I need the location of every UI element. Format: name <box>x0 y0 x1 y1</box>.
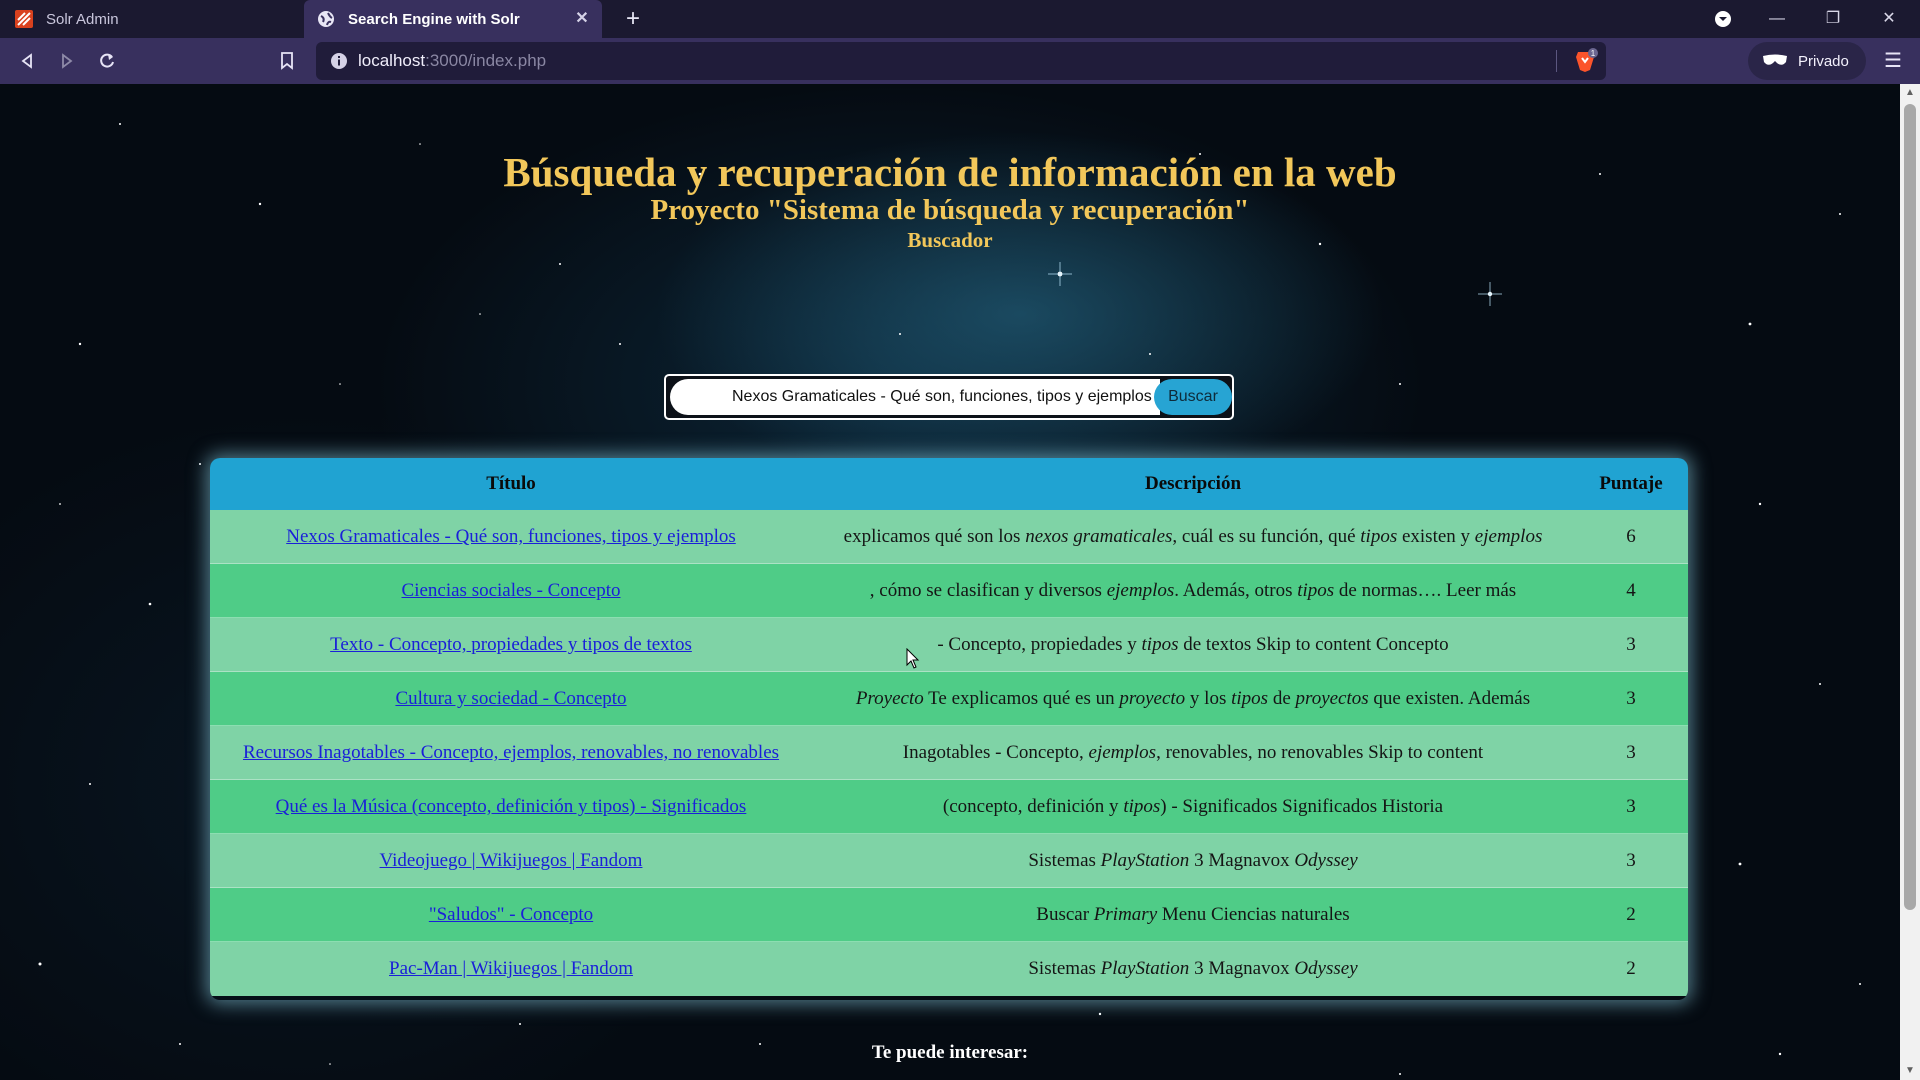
result-description: Sistemas PlayStation 3 Magnavox Odyssey <box>1028 850 1358 871</box>
minimize-button[interactable]: — <box>1754 0 1800 38</box>
result-score: 2 <box>1626 904 1636 925</box>
private-mask-icon <box>1762 54 1788 68</box>
result-title-cell: Videojuego | Wikijuegos | Fandom <box>210 834 812 888</box>
close-window-button[interactable]: ✕ <box>1866 0 1912 38</box>
tab-label: Search Engine with Solr <box>348 10 520 28</box>
result-title-link[interactable]: Recursos Inagotables - Concepto, ejemplo… <box>243 742 779 763</box>
result-score: 3 <box>1626 850 1636 871</box>
table-row: Qué es la Música (concepto, definición y… <box>210 780 1688 834</box>
result-description: , cómo se clasifican y diversos ejemplos… <box>869 580 1517 601</box>
table-row: Nexos Gramaticales - Qué son, funciones,… <box>210 510 1688 564</box>
result-title-cell: Ciencias sociales - Concepto <box>210 564 812 618</box>
svg-text:1: 1 <box>1591 49 1596 58</box>
result-title-link[interactable]: Pac-Man | Wikijuegos | Fandom <box>389 958 633 979</box>
mouse-cursor-icon <box>906 648 920 669</box>
result-description: - Concepto, propiedades y tipos de texto… <box>937 634 1449 655</box>
result-title-cell: Cultura y sociedad - Concepto <box>210 672 812 726</box>
result-title-link[interactable]: Ciencias sociales - Concepto <box>402 580 621 601</box>
site-info-icon[interactable] <box>330 52 348 70</box>
solr-logo-icon <box>14 9 34 29</box>
globe-icon <box>316 9 336 29</box>
browser-menu-icon[interactable]: ☰ <box>1878 46 1908 76</box>
close-tab-icon[interactable]: ✕ <box>572 9 592 29</box>
related-heading: Te puede interesar: <box>871 1042 1029 1063</box>
result-title-link[interactable]: Qué es la Música (concepto, definición y… <box>276 796 747 817</box>
scroll-thumb[interactable] <box>1904 104 1916 910</box>
tab-search-engine[interactable]: Search Engine with Solr ✕ <box>304 0 602 38</box>
result-description: Inagotables - Concepto, ejemplos, renova… <box>902 742 1484 763</box>
url-text: localhost:3000/index.php <box>358 51 547 70</box>
table-row: Texto - Concepto, propiedades y tipos de… <box>210 618 1688 672</box>
tab-solr-admin[interactable]: Solr Admin <box>0 0 302 38</box>
scroll-down-icon[interactable]: ▼ <box>1900 1062 1920 1080</box>
result-title-link[interactable]: "Saludos" - Concepto <box>429 904 593 925</box>
result-score: 4 <box>1626 580 1636 601</box>
scroll-up-icon[interactable]: ▲ <box>1900 84 1920 102</box>
result-title-cell: Nexos Gramaticales - Qué son, funciones,… <box>210 510 812 564</box>
reload-button[interactable] <box>92 46 122 76</box>
result-title-cell: Texto - Concepto, propiedades y tipos de… <box>210 618 812 672</box>
page-title: Búsqueda y recuperación de información e… <box>503 149 1397 195</box>
result-title-link[interactable]: Nexos Gramaticales - Qué son, funciones,… <box>286 526 736 547</box>
result-description: Sistemas PlayStation 3 Magnavox Odyssey <box>1028 958 1358 979</box>
private-window-badge[interactable]: Privado <box>1748 42 1866 80</box>
restore-button[interactable]: ❐ <box>1810 0 1856 38</box>
result-description: Buscar Primary Menu Ciencias naturales <box>1036 904 1350 925</box>
page-scrollbar[interactable]: ▲ ▼ <box>1900 84 1920 1080</box>
column-header-description: Descripción <box>1144 473 1242 494</box>
result-description: (concepto, definición y tipos) - Signifi… <box>942 796 1444 817</box>
page-subtitle: Proyecto "Sistema de búsqueda y recupera… <box>650 194 1250 226</box>
result-score: 3 <box>1626 634 1636 655</box>
result-title-cell: Pac-Man | Wikijuegos | Fandom <box>210 942 812 996</box>
page-viewport: Búsqueda y recuperación de información e… <box>0 84 1900 1080</box>
table-row: "Saludos" - Concepto Buscar Primary Menu … <box>210 888 1688 942</box>
table-row: Videojuego | Wikijuegos | Fandom Sistemas… <box>210 834 1688 888</box>
result-score: 6 <box>1626 526 1636 547</box>
result-description: Proyecto Te explicamos qué es un proyect… <box>855 688 1531 709</box>
tab-search-button[interactable] <box>1700 0 1746 38</box>
search-input[interactable] <box>670 379 1160 415</box>
result-title-link[interactable]: Videojuego | Wikijuegos | Fandom <box>380 850 643 871</box>
brave-shield-icon[interactable]: 1 <box>1572 48 1598 74</box>
table-header: Título Descripción Puntaje <box>210 458 1688 510</box>
back-button[interactable] <box>12 46 42 76</box>
table-row: Ciencias sociales - Concepto , cómo se cl… <box>210 564 1688 618</box>
result-title-cell: "Saludos" - Concepto <box>210 888 812 942</box>
result-score: 2 <box>1626 958 1636 979</box>
section-heading: Buscador <box>907 228 993 252</box>
url-divider <box>1556 50 1557 72</box>
private-label: Privado <box>1798 52 1849 70</box>
column-header-title: Título <box>486 473 536 494</box>
results-table: Título Descripción Puntaje Nexos Gramati… <box>210 458 1688 1000</box>
forward-button[interactable] <box>52 46 82 76</box>
new-tab-button[interactable]: + <box>618 4 648 34</box>
tab-bar: Solr Admin Search Engine with Solr ✕ + —… <box>0 0 1920 38</box>
search-button[interactable]: Buscar <box>1154 379 1232 415</box>
tab-label: Solr Admin <box>46 10 119 28</box>
result-score: 3 <box>1626 796 1636 817</box>
result-description: explicamos qué son los nexos gramaticale… <box>843 526 1543 547</box>
table-row: Pac-Man | Wikijuegos | Fandom Sistemas Pl… <box>210 942 1688 996</box>
result-title-cell: Qué es la Música (concepto, definición y… <box>210 780 812 834</box>
result-title-link[interactable]: Texto - Concepto, propiedades y tipos de… <box>330 634 692 655</box>
result-score: 3 <box>1626 742 1636 763</box>
table-row: Cultura y sociedad - Concepto Proyecto Te… <box>210 672 1688 726</box>
result-score: 3 <box>1626 688 1636 709</box>
bookmark-icon[interactable] <box>272 46 302 76</box>
address-bar[interactable]: localhost:3000/index.php 1 <box>316 42 1606 80</box>
result-title-link[interactable]: Cultura y sociedad - Concepto <box>395 688 626 709</box>
search-form: Buscar <box>664 374 1234 420</box>
result-title-cell: Recursos Inagotables - Concepto, ejemplo… <box>210 726 812 780</box>
table-row: Recursos Inagotables - Concepto, ejemplo… <box>210 726 1688 780</box>
column-header-score: Puntaje <box>1599 473 1663 494</box>
